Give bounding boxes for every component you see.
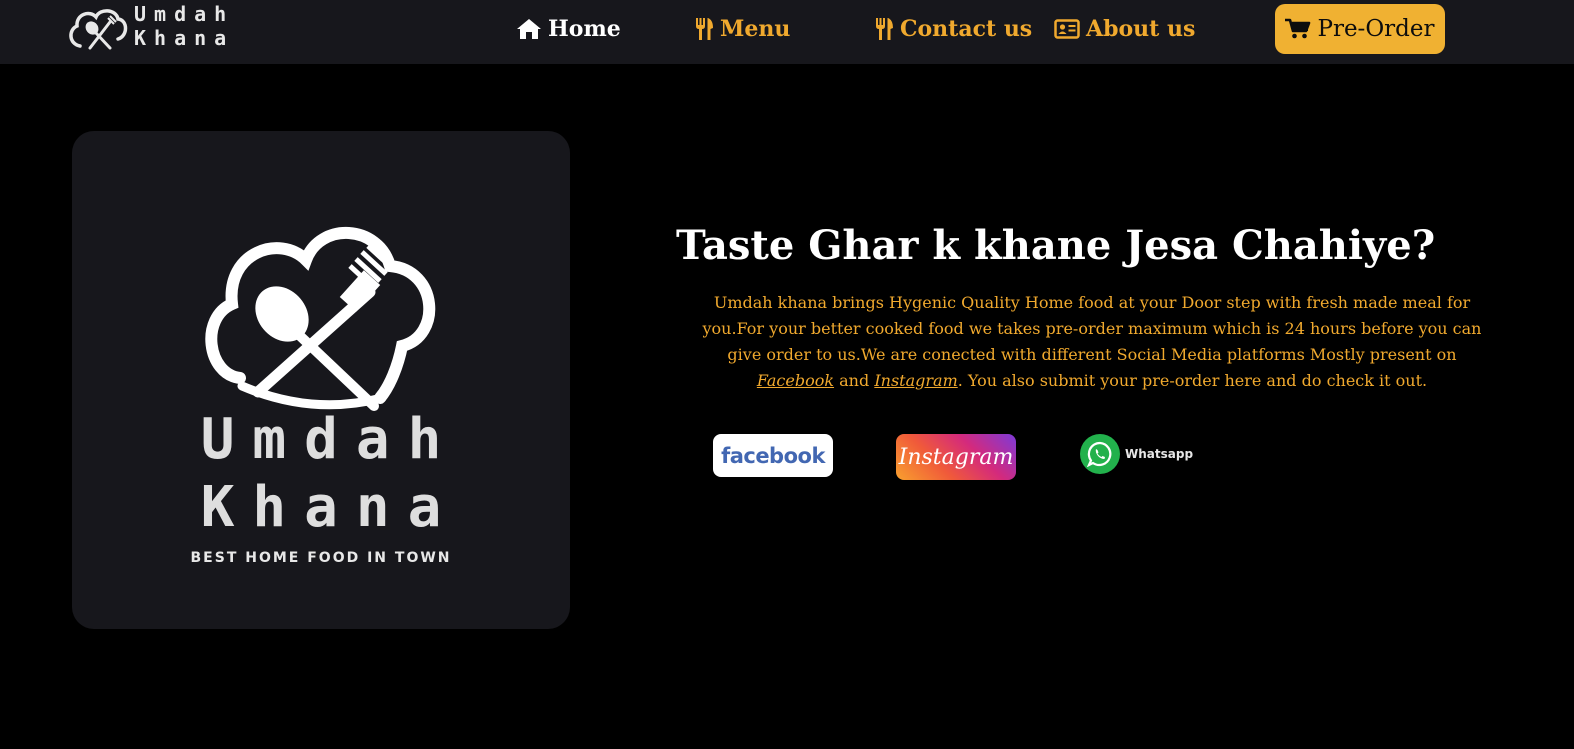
navbar: Umdah Khana Home Menu Contact us About u… (0, 0, 1574, 64)
nav-contact-label: Contact us (900, 16, 1033, 42)
cart-icon (1285, 18, 1311, 39)
instagram-label: Instagram (898, 444, 1014, 470)
hero-text-part2: . You also submit your pre-order here an… (957, 371, 1428, 390)
preorder-button[interactable]: Pre-Order (1275, 4, 1445, 54)
facebook-label: facebook (721, 443, 825, 468)
nav-menu-label: Menu (720, 16, 791, 42)
hero-text-part1: Umdah khana brings Hygenic Quality Home … (702, 293, 1482, 364)
brand-line2: Khana (134, 26, 235, 50)
instagram-button[interactable]: Instagram (896, 434, 1016, 480)
hero-text-and: and (839, 371, 870, 390)
nav-link-menu[interactable]: Menu (694, 14, 790, 44)
utensils-icon (696, 18, 713, 40)
preorder-label: Pre-Order (1317, 16, 1435, 42)
logo-card: Umdah Khana BEST HOME FOOD IN TOWN (72, 131, 570, 629)
chef-hat-icon (69, 9, 128, 50)
whatsapp-label: Whatsapp (1125, 447, 1194, 461)
brand-wordmark: Umdah Khana (134, 2, 234, 50)
brand-line1: Umdah (134, 2, 235, 26)
nav-about-label: About us (1086, 16, 1196, 42)
whatsapp-icon (1080, 434, 1120, 474)
chef-hat-utensils-icon (205, 227, 436, 411)
home-icon (517, 19, 541, 39)
hero-description: Umdah khana brings Hygenic Quality Home … (692, 290, 1492, 394)
logo-tagline: BEST HOME FOOD IN TOWN (190, 550, 452, 566)
id-card-icon (1054, 19, 1080, 39)
logo-word-khana: Khana (200, 475, 460, 540)
hero-title: Taste Ghar k khane Jesa Chahiye? (676, 222, 1436, 269)
nav-link-home[interactable]: Home (516, 14, 621, 44)
instagram-link[interactable]: Instagram (874, 371, 957, 390)
nav-home-label: Home (548, 16, 621, 42)
nav-link-about[interactable]: About us (1054, 14, 1195, 44)
utensils-icon (876, 18, 893, 40)
facebook-button[interactable]: facebook (713, 434, 833, 477)
nav-link-contact[interactable]: Contact us (874, 14, 1032, 44)
logo-word-umdah: Umdah (200, 407, 460, 472)
facebook-link[interactable]: Facebook (757, 371, 834, 390)
whatsapp-button[interactable]: Whatsapp (1080, 433, 1195, 475)
brand-logo[interactable]: Umdah Khana (66, 2, 256, 58)
